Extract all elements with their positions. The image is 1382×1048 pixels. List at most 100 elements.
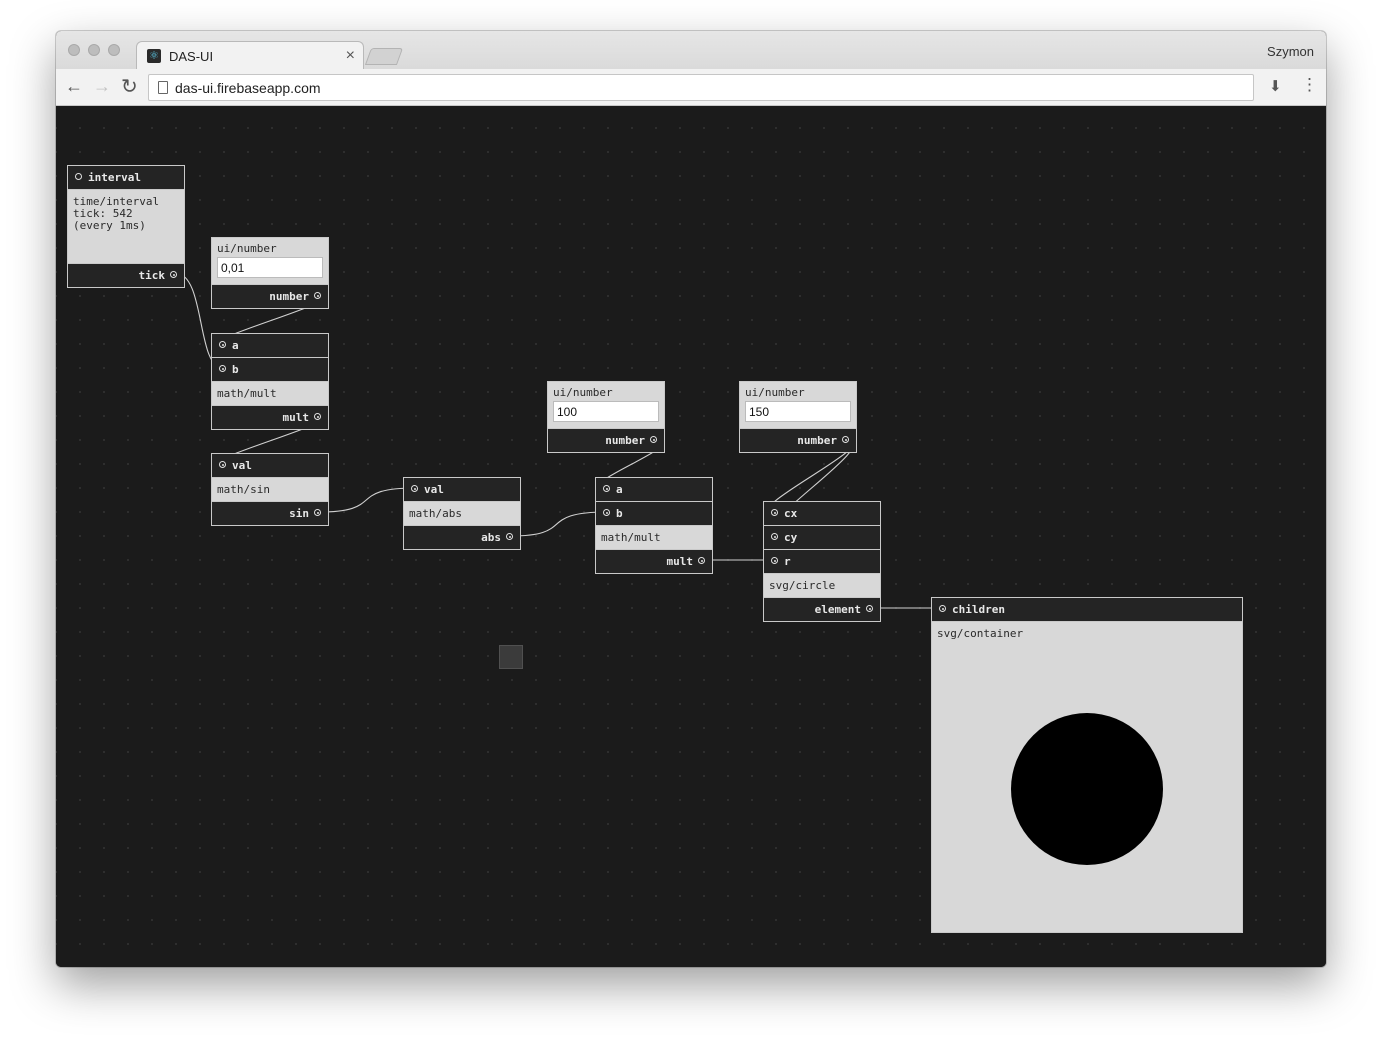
input-port[interactable]	[771, 557, 778, 564]
output-port[interactable]	[866, 605, 873, 612]
output-port[interactable]	[842, 436, 849, 443]
output-label: tick	[138, 269, 166, 282]
node-title-row[interactable]: interval	[68, 166, 184, 190]
input-label: a	[232, 339, 239, 352]
input-label: val	[424, 483, 444, 496]
node-svg-container[interactable]: children svg/container	[931, 597, 1243, 933]
input-row-cy: cy	[764, 526, 880, 550]
profile-name[interactable]: Szymon	[1267, 44, 1314, 59]
node-interval[interactable]: interval time/interval tick: 542 (every …	[67, 165, 185, 288]
node-body: ui/number	[740, 382, 856, 429]
zoom-window-button[interactable]	[108, 44, 120, 56]
input-port[interactable]	[771, 533, 778, 540]
number-input[interactable]	[745, 401, 851, 422]
container-preview: svg/container	[932, 622, 1242, 932]
forward-arrow-icon[interactable]: →	[93, 76, 111, 97]
input-port[interactable]	[219, 461, 226, 468]
output-row: tick	[68, 264, 184, 287]
node-math-sin[interactable]: val math/sin sin	[211, 453, 329, 526]
node-ui-number-1[interactable]: ui/number number	[211, 237, 329, 309]
close-window-button[interactable]	[68, 44, 80, 56]
back-arrow-icon[interactable]: ←	[65, 76, 83, 97]
node-svg-circle[interactable]: cx cy r svg/circle element	[763, 501, 881, 622]
tab-das-ui[interactable]: ⚛ DAS-UI ×	[136, 41, 364, 71]
browser-window: ⚛ DAS-UI × Szymon ← → ↻ das-ui.firebasea…	[56, 31, 1326, 967]
output-port[interactable]	[314, 292, 321, 299]
output-port[interactable]	[506, 533, 513, 540]
node-body: ui/number	[212, 238, 328, 285]
menu-icon[interactable]: ⋮	[1301, 75, 1318, 95]
input-row-a: a	[596, 478, 712, 502]
output-label: element	[814, 603, 861, 616]
output-row: sin	[212, 502, 328, 525]
input-port[interactable]	[219, 341, 226, 348]
output-port[interactable]	[650, 436, 657, 443]
node-math-mult-2[interactable]: a b math/mult mult	[595, 477, 713, 574]
input-row-children: children	[932, 598, 1242, 622]
url-text[interactable]: das-ui.firebaseapp.com	[175, 80, 321, 96]
address-bar[interactable]: das-ui.firebaseapp.com	[148, 74, 1254, 101]
node-type: ui/number	[217, 242, 277, 255]
input-label: cx	[784, 507, 798, 520]
node-body: ui/number	[548, 382, 664, 429]
node-type: math/mult	[596, 526, 712, 550]
canvas-handle[interactable]	[499, 645, 523, 669]
node-body: time/interval tick: 542 (every 1ms)	[68, 190, 184, 264]
input-port[interactable]	[411, 485, 418, 492]
node-canvas[interactable]: interval time/interval tick: 542 (every …	[56, 106, 1326, 967]
node-type: math/sin	[212, 478, 328, 502]
input-row-val: val	[212, 454, 328, 478]
output-label: number	[269, 290, 309, 303]
tab-close-icon[interactable]: ×	[346, 47, 355, 65]
status-circle-icon	[75, 173, 82, 180]
input-label: a	[616, 483, 623, 496]
minimize-window-button[interactable]	[88, 44, 100, 56]
input-row-b: b	[212, 358, 328, 382]
node-math-mult-1[interactable]: a b math/mult mult	[211, 333, 329, 430]
input-port[interactable]	[603, 485, 610, 492]
node-title: interval	[88, 171, 141, 184]
input-port[interactable]	[771, 509, 778, 516]
number-input[interactable]	[217, 257, 323, 278]
output-row: abs	[404, 526, 520, 549]
page-icon	[158, 81, 168, 94]
wire-sin-to-abs	[318, 487, 416, 513]
input-label: b	[232, 363, 239, 376]
output-port[interactable]	[314, 509, 321, 516]
output-label: sin	[289, 507, 309, 520]
download-icon[interactable]: ⬇	[1269, 77, 1282, 95]
output-label: abs	[481, 531, 501, 544]
browser-toolbar: ← → ↻ das-ui.firebaseapp.com ⬇ ⋮	[56, 69, 1326, 106]
output-row: mult	[212, 406, 328, 429]
input-port[interactable]	[939, 605, 946, 612]
tab-title: DAS-UI	[169, 49, 214, 64]
output-port[interactable]	[698, 557, 705, 564]
input-port[interactable]	[603, 509, 610, 516]
tab-bar: ⚛ DAS-UI × Szymon	[56, 31, 1326, 71]
input-port[interactable]	[219, 365, 226, 372]
output-port[interactable]	[170, 271, 177, 278]
input-label: cy	[784, 531, 798, 544]
node-type: math/mult	[212, 382, 328, 406]
output-row: mult	[596, 550, 712, 573]
rendered-circle	[1011, 713, 1163, 865]
input-label: r	[784, 555, 791, 568]
node-ui-number-2[interactable]: ui/number number	[547, 381, 665, 453]
reload-icon[interactable]: ↻	[121, 74, 138, 99]
node-ui-number-3[interactable]: ui/number number	[739, 381, 857, 453]
new-tab-button[interactable]	[364, 48, 404, 65]
input-label: b	[616, 507, 623, 520]
input-row-cx: cx	[764, 502, 880, 526]
input-label: children	[952, 603, 1005, 616]
output-label: mult	[282, 411, 310, 424]
output-row: element	[764, 598, 880, 621]
output-row: number	[740, 429, 856, 452]
node-math-abs[interactable]: val math/abs abs	[403, 477, 521, 550]
number-input[interactable]	[553, 401, 659, 422]
output-port[interactable]	[314, 413, 321, 420]
node-type: ui/number	[745, 386, 805, 399]
output-row: number	[212, 285, 328, 308]
input-row-val: val	[404, 478, 520, 502]
input-row-b: b	[596, 502, 712, 526]
output-label: mult	[666, 555, 694, 568]
